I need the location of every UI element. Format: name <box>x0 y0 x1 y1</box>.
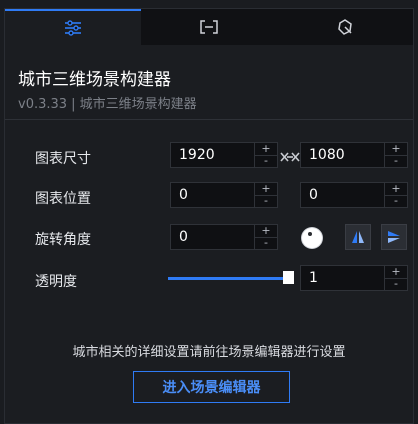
enter-scene-editor-button[interactable]: 进入场景编辑器 <box>133 371 290 403</box>
height-stepper-buttons: + - <box>384 142 408 168</box>
flip-horizontal-button[interactable] <box>345 224 371 250</box>
flip-horizontal-icon <box>352 231 364 243</box>
opacity-stepper: 1 + - <box>300 265 408 291</box>
rotation-stepper-buttons: + - <box>254 224 278 250</box>
opacity-input[interactable]: 1 <box>300 265 384 291</box>
position-label: 图表位置 <box>35 191 91 207</box>
link-ratio-icon[interactable] <box>280 151 300 163</box>
position-x-stepper: 0 + - <box>170 182 278 208</box>
flip-vertical-button[interactable] <box>381 224 407 250</box>
position-y-input[interactable]: 0 <box>300 182 384 208</box>
opacity-slider-track[interactable] <box>168 277 288 280</box>
opacity-decrement-button[interactable]: - <box>385 278 407 290</box>
opacity-slider-handle[interactable] <box>283 271 294 284</box>
sliders-icon <box>65 20 81 36</box>
rotation-dial[interactable] <box>302 228 322 248</box>
rotation-decrement-button[interactable]: - <box>255 237 277 249</box>
tab-settings[interactable] <box>5 9 141 45</box>
rotation-input[interactable]: 0 <box>170 224 254 250</box>
width-input[interactable]: 1920 <box>170 142 254 168</box>
position-x-decrement-button[interactable]: - <box>255 195 277 207</box>
rotation-stepper: 0 + - <box>170 224 278 250</box>
config-panel: 城市三维场景构建器 v0.3.33 | 城市三维场景构建器 <box>4 8 414 424</box>
rotation-label: 旋转角度 <box>35 232 91 248</box>
header-divider <box>5 119 413 120</box>
height-stepper: 1080 + - <box>300 142 408 168</box>
opacity-label: 透明度 <box>35 274 77 290</box>
position-y-stepper: 0 + - <box>300 182 408 208</box>
version-subtitle: v0.3.33 | 城市三维场景构建器 <box>18 97 197 112</box>
width-decrement-button[interactable]: - <box>255 155 277 167</box>
size-label: 图表尺寸 <box>35 151 91 167</box>
width-stepper-buttons: + - <box>254 142 278 168</box>
tab-layout[interactable] <box>141 9 277 45</box>
flip-vertical-icon <box>388 231 400 243</box>
editor-hint-text: 城市相关的详细设置请前往场景编辑器进行设置 <box>72 345 346 360</box>
tab-bar <box>5 9 413 45</box>
height-decrement-button[interactable]: - <box>385 155 407 167</box>
page-title: 城市三维场景构建器 <box>18 70 171 90</box>
position-x-stepper-buttons: + - <box>254 182 278 208</box>
position-y-decrement-button[interactable]: - <box>385 195 407 207</box>
opacity-stepper-buttons: + - <box>384 265 408 291</box>
width-stepper: 1920 + - <box>170 142 278 168</box>
position-y-stepper-buttons: + - <box>384 182 408 208</box>
tab-interaction[interactable] <box>277 9 413 45</box>
position-x-input[interactable]: 0 <box>170 182 254 208</box>
height-input[interactable]: 1080 <box>300 142 384 168</box>
cursor-shape-icon <box>338 19 352 35</box>
bracket-frame-icon <box>200 20 218 34</box>
